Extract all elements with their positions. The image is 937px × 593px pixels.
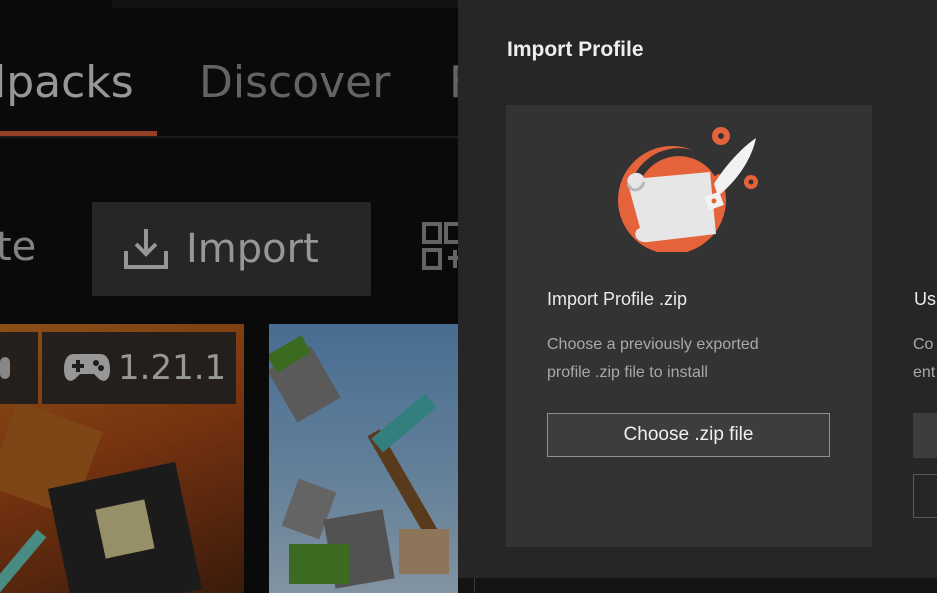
modal-edge-line — [474, 578, 475, 593]
description-line: ent — [913, 364, 936, 381]
code-input-partial[interactable] — [913, 413, 937, 458]
description-line: Co — [913, 336, 934, 353]
code-option-heading-partial: Us — [914, 289, 936, 309]
choose-zip-button[interactable]: Choose .zip file — [547, 413, 830, 457]
description-line: Choose a previously exported — [547, 336, 759, 353]
description-line: profile .zip file to install — [547, 364, 708, 381]
modal-footer-edge — [458, 578, 937, 593]
import-zip-description: Choose a previously exported profile .zi… — [547, 331, 837, 387]
scroll-quill-icon — [618, 127, 758, 252]
import-zip-heading: Import Profile .zip — [547, 289, 688, 309]
code-option-description-partial: Co ent — [913, 331, 935, 387]
modal-title: Import Profile — [507, 38, 644, 61]
code-submit-button-partial[interactable] — [913, 474, 937, 518]
